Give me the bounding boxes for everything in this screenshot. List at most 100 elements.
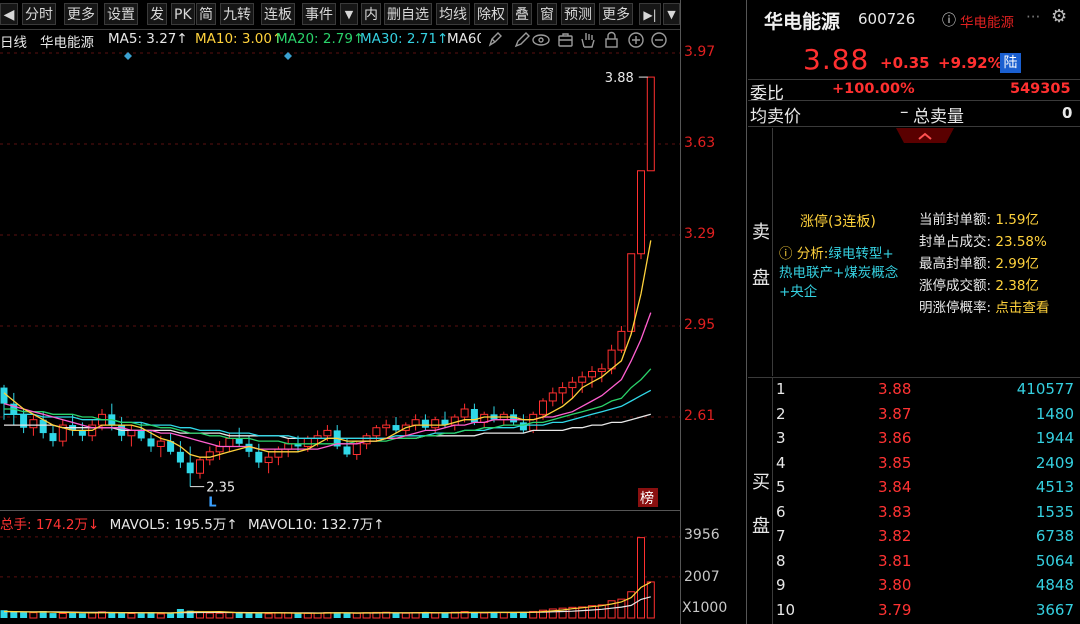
quote-pct: +9.92% (938, 54, 1003, 72)
volume-bar (294, 613, 302, 618)
toolbar-publish-button[interactable]: 发 (147, 3, 167, 25)
candle-body (510, 414, 518, 423)
volume-chart[interactable] (0, 532, 680, 620)
stat-value: 2.38亿 (995, 278, 1039, 294)
candle-body (637, 170, 645, 255)
quote-tag[interactable]: 华电能源 (960, 11, 1014, 31)
toolbar-jiuzhuan-button[interactable]: 九转 (220, 3, 254, 25)
volume-bar (215, 612, 224, 619)
buy-order-row[interactable]: 6 3.83 1535 (752, 501, 1078, 525)
analysis-text[interactable]: 绿电转型+ (828, 246, 893, 262)
candle-body (176, 451, 184, 463)
volume-bar (255, 613, 263, 618)
toolbar-more2-button[interactable]: 更多 (599, 3, 633, 25)
toolbar-simple-button[interactable]: 简 (196, 3, 216, 25)
more-dots-icon[interactable]: ··· (1026, 8, 1040, 26)
volume-bar (235, 612, 243, 618)
candle-body (588, 371, 596, 378)
toolbar-ma-button[interactable]: 均线 (436, 3, 470, 25)
volume-bar (597, 604, 606, 619)
candle-body (264, 456, 273, 464)
order-volume: 1535 (1035, 502, 1074, 521)
volume-bar (58, 612, 67, 619)
order-level: 1 (776, 380, 786, 398)
price-axis-label: 2.95 (684, 317, 716, 333)
candle-body (205, 451, 214, 461)
stat-value: 2.99亿 (995, 256, 1039, 272)
toolbar-exright-button[interactable]: 除权 (474, 3, 508, 25)
analysis-text[interactable]: 热电联产+煤炭概念 (779, 265, 898, 281)
candle-body (186, 462, 194, 474)
toolbar-remove-watchlist-button[interactable]: 删自选 (384, 3, 432, 25)
buy-order-row[interactable]: 3 3.86 1944 (752, 427, 1078, 451)
candle-body (127, 429, 136, 437)
candle-body (411, 419, 420, 426)
volume-bar (510, 612, 518, 618)
candle-body (274, 448, 283, 458)
toolbar-event-button[interactable]: 事件 (302, 3, 336, 25)
buy-order-row[interactable]: 5 3.84 4513 (752, 476, 1078, 500)
info-icon[interactable]: ⓘ (942, 10, 956, 30)
candle-body (156, 440, 165, 447)
limit-up-title: 涨停(3连板) (800, 214, 876, 230)
mavol10-label: MAVOL10: 132.7万↑ (247, 517, 385, 533)
low-price-label: 2.35 (206, 481, 235, 496)
toolbar-inner-button[interactable]: 内 (361, 3, 381, 25)
buy-order-row[interactable]: 10 3.79 3667 (752, 599, 1078, 623)
buy-order-row[interactable]: 7 3.82 6738 (752, 525, 1078, 549)
toolbar-event-dropdown[interactable]: ▼ (340, 3, 358, 25)
candle-body (362, 435, 371, 445)
limit-up-probability-link[interactable]: 点击查看 (995, 300, 1049, 316)
collapse-tab[interactable] (896, 128, 954, 144)
analysis-text[interactable]: +央企 (779, 284, 817, 300)
limit-up-analysis[interactable]: ⓘ 分析:绿电转型+ 热电联产+煤炭概念 +央企 (779, 245, 911, 302)
toolbar-more-button[interactable]: 更多 (64, 3, 98, 25)
buy-order-row[interactable]: 8 3.81 5064 (752, 550, 1078, 574)
zoom-out-icon (651, 32, 667, 48)
total-sell-label: 总卖量 (913, 107, 964, 127)
toolbar-dropdown-button[interactable]: ▼ (663, 3, 680, 25)
gear-icon[interactable]: ⚙ (1051, 6, 1067, 27)
volume-bar (470, 612, 478, 618)
toolbar-window-button[interactable]: 窗 (537, 3, 557, 25)
toolbar-pk-button[interactable]: PK (171, 3, 195, 25)
toolbar-settings-button[interactable]: 设置 (104, 3, 138, 25)
buy-order-row[interactable]: 9 3.80 4848 (752, 574, 1078, 598)
candle-body (421, 419, 429, 428)
order-level: 10 (776, 600, 796, 619)
buy-order-row[interactable]: 1 3.88 410577 (752, 378, 1078, 402)
chart-toolbar: ◀ 分时 更多 设置 发 PK 简 九转 连板 事件 ▼ 内 删自选 均线 除权… (0, 0, 680, 30)
toolbar-forecast-button[interactable]: 预测 (561, 3, 595, 25)
order-level: 2 (776, 404, 786, 423)
volume-bar (29, 612, 38, 619)
ma20-label: MA20: 2.79↑ (276, 31, 365, 47)
candlestick-chart[interactable]: 3.88 2.35L 榜 (0, 50, 680, 510)
candle-body (78, 430, 86, 436)
order-volume: 4848 (1035, 576, 1074, 594)
briefcase-icon (558, 33, 573, 47)
toolbar-lianban-button[interactable]: 连板 (261, 3, 295, 25)
chart-tool-icons (488, 31, 667, 48)
toolbar-overlay-button[interactable]: 叠 (512, 3, 532, 25)
stock-name-label: 华电能源 (40, 35, 94, 51)
period-label[interactable]: 日线 (0, 31, 27, 51)
stat-label: 最高封单额: (919, 256, 992, 272)
rank-badge-label: 榜 (640, 490, 654, 507)
volume-bar (303, 612, 312, 619)
candle-body (548, 392, 557, 402)
volume-unit-label: X1000 (682, 600, 728, 616)
volume-info-bar: 总手: 174.2万↓ MAVOL5: 195.5万↑ MAVOL10: 132… (0, 513, 385, 533)
back-button[interactable]: ◀ (0, 3, 18, 25)
volume-bar (20, 612, 28, 618)
buy-order-row[interactable]: 2 3.87 1480 (752, 403, 1078, 427)
info-icon: ⓘ (779, 246, 797, 262)
toolbar-forward-button[interactable]: ▶| (639, 3, 661, 25)
candle-body (382, 424, 391, 429)
candle-body (578, 376, 587, 383)
toolbar-fenshi-button[interactable]: 分时 (22, 3, 56, 25)
order-level: 5 (776, 478, 786, 496)
volume-bar (480, 612, 489, 619)
order-level: 4 (776, 453, 786, 472)
order-volume: 3667 (1035, 600, 1074, 619)
buy-order-row[interactable]: 4 3.85 2409 (752, 452, 1078, 476)
